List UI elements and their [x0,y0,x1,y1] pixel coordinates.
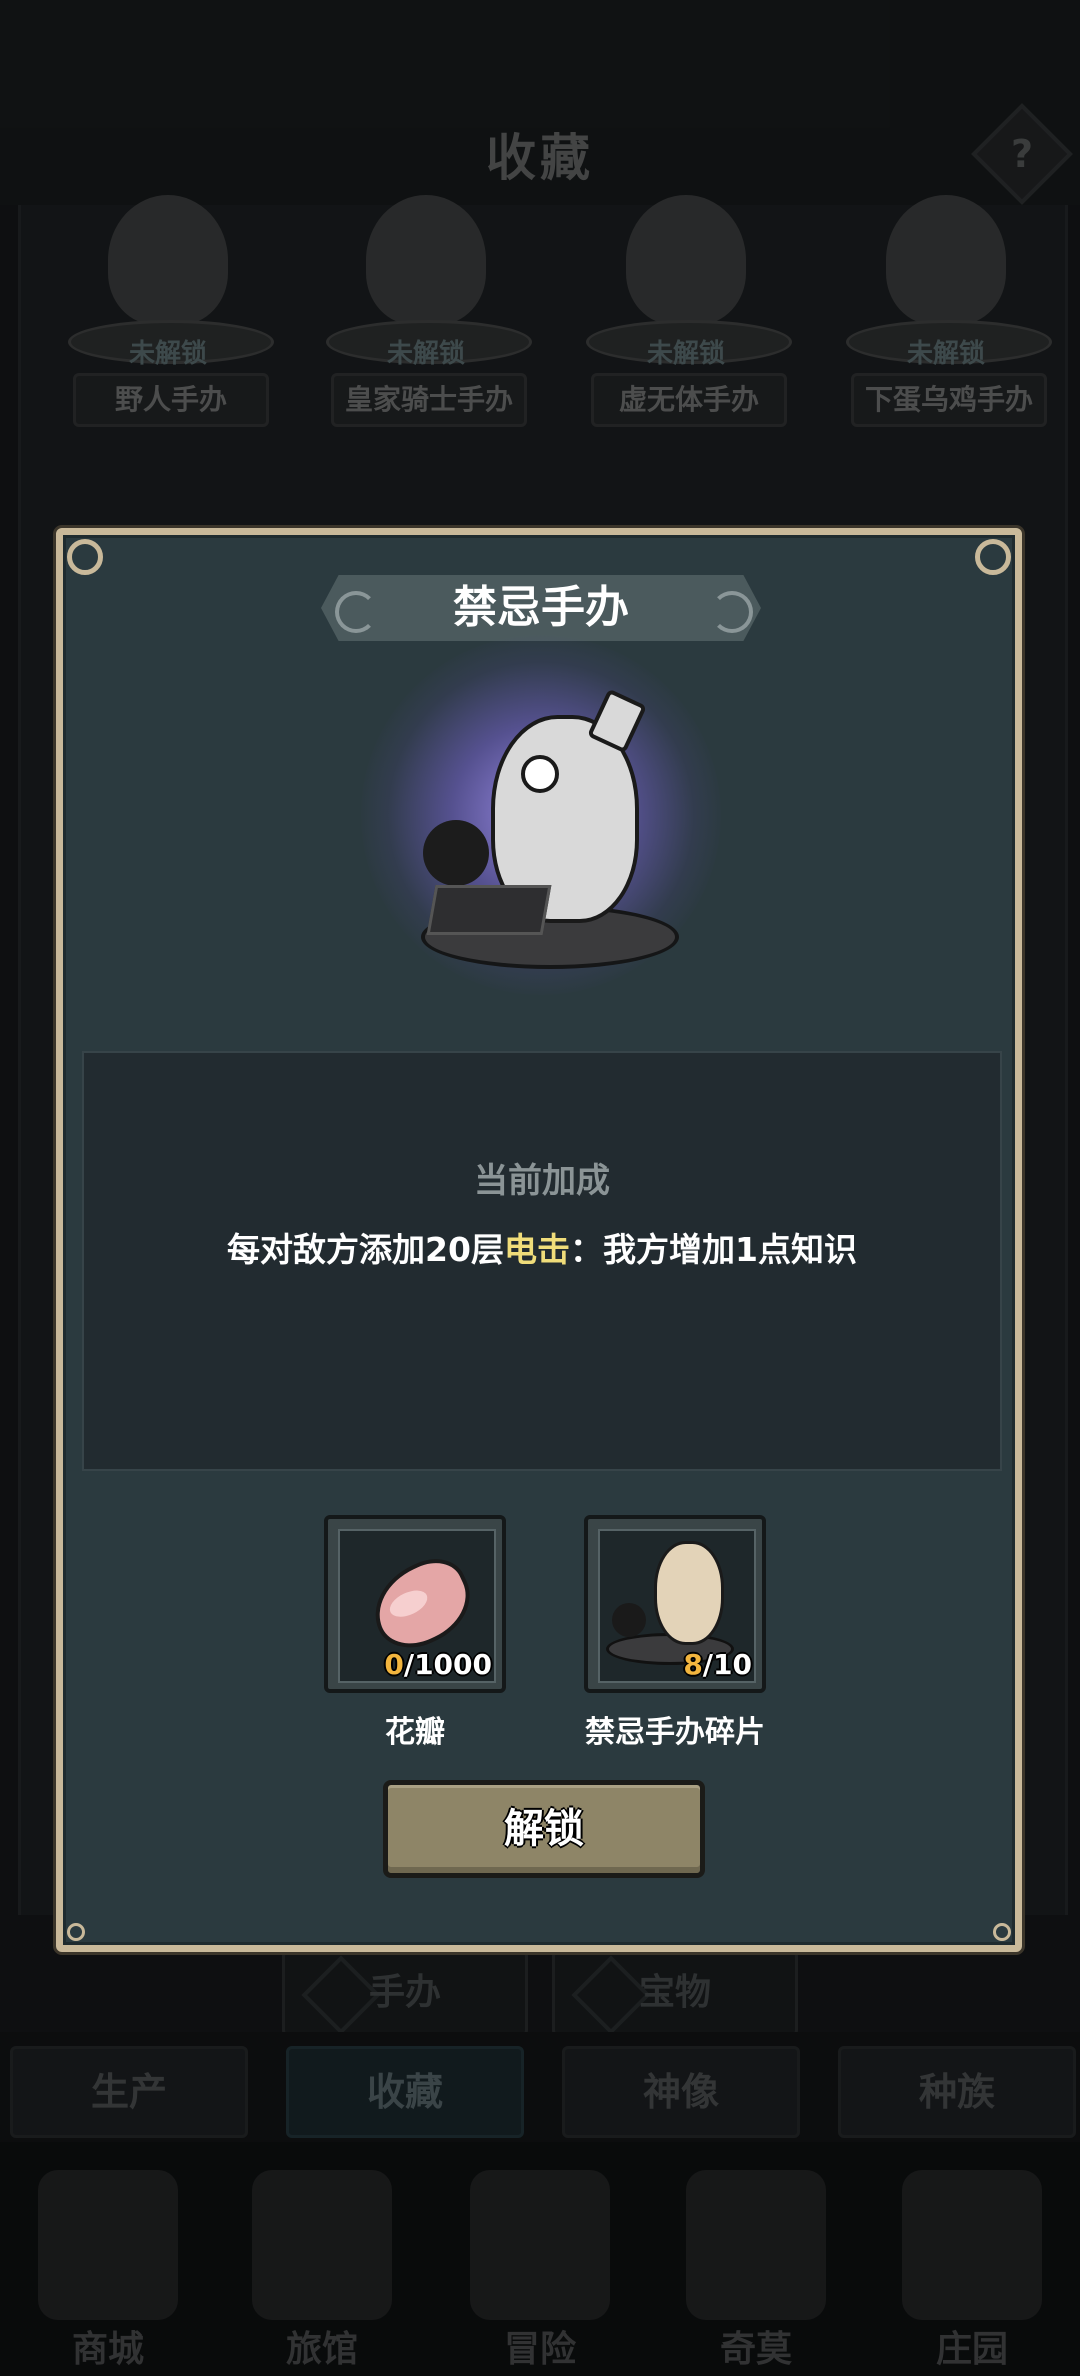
bonus-label: 当前加成 [474,1161,610,1201]
material-slot[interactable]: 8/10 [584,1515,766,1693]
bonus-text-prefix: 每对敌方添加20层 [227,1230,504,1269]
material-slot[interactable]: 0/1000 [324,1515,506,1693]
corner-rivet [993,1923,1011,1941]
material-count: 8/10 [683,1648,752,1681]
bomb-icon [612,1603,646,1637]
bonus-text-suffix: ：我方增加1点知识 [569,1230,857,1269]
material-count: 0/1000 [384,1648,492,1681]
figure-detail-modal: 禁忌手办 当前加成 每对敌方添加20层电击：我方增加1点知识 0/1000 花瓣… [56,528,1022,1952]
material-name: 禁忌手办碎片 [585,1715,765,1750]
material-name: 花瓣 [385,1715,445,1750]
corner-ornament [975,539,1011,575]
corner-ornament [67,539,103,575]
count-need: /10 [702,1648,752,1681]
bomb-icon [423,820,489,886]
figure-eye [521,755,559,793]
count-have: 0 [384,1648,404,1681]
unlock-button[interactable]: 解锁 [383,1780,705,1878]
bonus-panel: 当前加成 每对敌方添加20层电击：我方增加1点知识 [82,1051,1002,1471]
modal-title: 禁忌手办 [453,582,629,633]
figure-shard-icon [654,1541,724,1645]
count-have: 8 [683,1648,703,1681]
unlock-label: 解锁 [504,1806,584,1852]
bonus-keyword[interactable]: 电击 [504,1230,570,1269]
forbidden-figure-icon [421,685,679,975]
corner-rivet [67,1923,85,1941]
count-need: /1000 [403,1648,492,1681]
figure-plaque [426,885,552,935]
bonus-description: 每对敌方添加20层电击：我方增加1点知识 [84,1223,1000,1271]
